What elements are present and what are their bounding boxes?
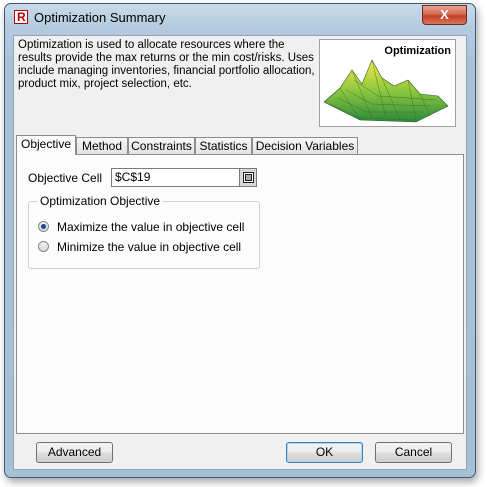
objective-cell-value: $C$19: [115, 170, 151, 184]
tab-decision-variables[interactable]: Decision Variables: [252, 137, 358, 154]
group-label: Optimization Objective: [37, 194, 164, 208]
close-icon: X: [440, 7, 449, 22]
objective-cell-label: Objective Cell: [28, 171, 103, 185]
tab-objective[interactable]: Objective: [16, 135, 76, 155]
app-logo-icon: R: [14, 10, 28, 24]
minimize-label: Minimize the value in objective cell: [57, 240, 242, 254]
maximize-radio[interactable]: [38, 221, 49, 232]
optimization-objective-group: Optimization Objective Maximize the valu…: [28, 194, 260, 269]
dialog-body: Optimization is used to allocate resourc…: [13, 35, 467, 470]
cancel-button[interactable]: Cancel: [375, 442, 452, 463]
window-title: Optimization Summary: [34, 10, 166, 25]
advanced-button[interactable]: Advanced: [36, 442, 113, 463]
close-button[interactable]: X: [422, 5, 467, 25]
tab-statistics[interactable]: Statistics: [195, 137, 252, 154]
tab-constraints[interactable]: Constraints: [128, 137, 195, 154]
surface-plot-icon: Optimization: [323, 45, 451, 123]
optimization-banner: Optimization: [319, 39, 456, 127]
objective-cell-input[interactable]: $C$19: [111, 168, 257, 187]
cell-picker-button[interactable]: [239, 169, 256, 186]
description-text: Optimization is used to allocate resourc…: [18, 39, 315, 90]
title-bar[interactable]: R Optimization Summary X: [5, 4, 475, 32]
maximize-label: Maximize the value in objective cell: [57, 220, 245, 234]
objective-panel: Objective Cell $C$19 Optimization Object…: [16, 154, 464, 434]
tab-method[interactable]: Method: [76, 137, 128, 154]
banner-label: Optimization: [384, 45, 451, 57]
dialog-window: R Optimization Summary X Optimization is…: [4, 3, 476, 478]
ok-button[interactable]: OK: [286, 442, 363, 463]
minimize-radio[interactable]: [38, 241, 49, 252]
